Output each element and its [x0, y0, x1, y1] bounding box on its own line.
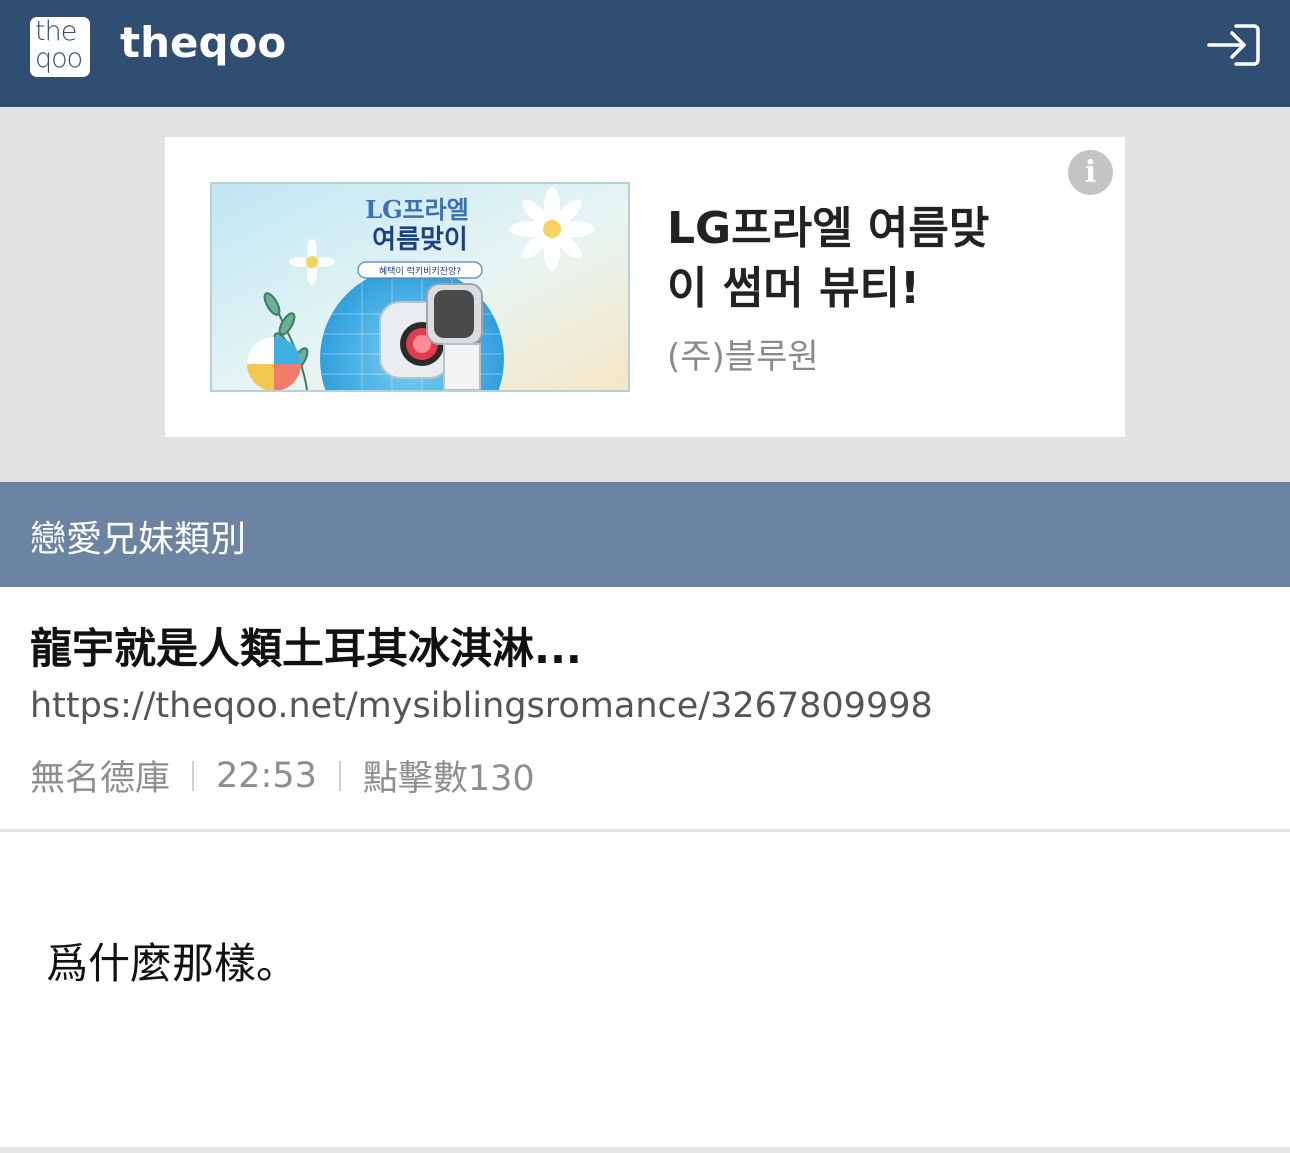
post-url[interactable]: https://theqoo.net/mysiblingsromance/326…: [30, 686, 933, 726]
ad-banner-graphic: LG프라엘 여름맞이 혜택이 럭키비키잔앙?: [212, 184, 628, 390]
post-views: 點擊數130: [362, 759, 535, 799]
ad-card[interactable]: LG프라엘 여름맞이 혜택이 럭키비키잔앙? LG프라엘 여름맞이 썸머 뷰티!…: [165, 137, 1125, 437]
ad-image[interactable]: LG프라엘 여름맞이 혜택이 럭키비키잔앙?: [210, 182, 630, 392]
ad-company[interactable]: (주)블루원: [667, 329, 819, 378]
meta-divider: [0, 829, 1290, 832]
app-header: the qoo theqoo: [0, 0, 1290, 107]
login-button[interactable]: [1206, 22, 1260, 68]
logo-text-bottom: qoo: [35, 43, 83, 74]
ad-title[interactable]: LG프라엘 여름맞이 썸머 뷰티!: [667, 199, 1007, 319]
post-author[interactable]: 無名德庫: [30, 750, 170, 801]
ad-image-headline-2: 여름맞이: [372, 225, 468, 255]
post-time: 22:53: [216, 755, 317, 796]
category-bar[interactable]: 戀愛兄妹類別: [0, 482, 1290, 587]
info-icon[interactable]: i: [1068, 150, 1113, 195]
category-label[interactable]: 戀愛兄妹類別: [30, 510, 246, 562]
site-logo[interactable]: the qoo: [30, 17, 90, 77]
meta-separator: [338, 760, 341, 791]
ad-image-subtext: 혜택이 럭키비키잔앙?: [379, 265, 461, 277]
post-body: 爲什麼那樣。: [46, 939, 299, 988]
beach-ball-icon: [247, 337, 301, 390]
ad-area: LG프라엘 여름맞이 혜택이 럭키비키잔앙? LG프라엘 여름맞이 썸머 뷰티!…: [0, 107, 1290, 482]
ad-image-headline-1: LG프라엘: [365, 195, 469, 224]
logo-text: the qoo: [35, 18, 87, 72]
logo-text-top: the: [35, 17, 77, 47]
site-name[interactable]: theqoo: [120, 18, 286, 67]
login-icon: [1207, 24, 1260, 66]
meta-separator: [192, 760, 195, 791]
post-title: 龍宇就是人類土耳其冰淇淋...: [30, 624, 582, 673]
post-meta: 無名德庫 22:53 點擊數130: [30, 750, 535, 801]
bottom-divider: [0, 1147, 1290, 1153]
